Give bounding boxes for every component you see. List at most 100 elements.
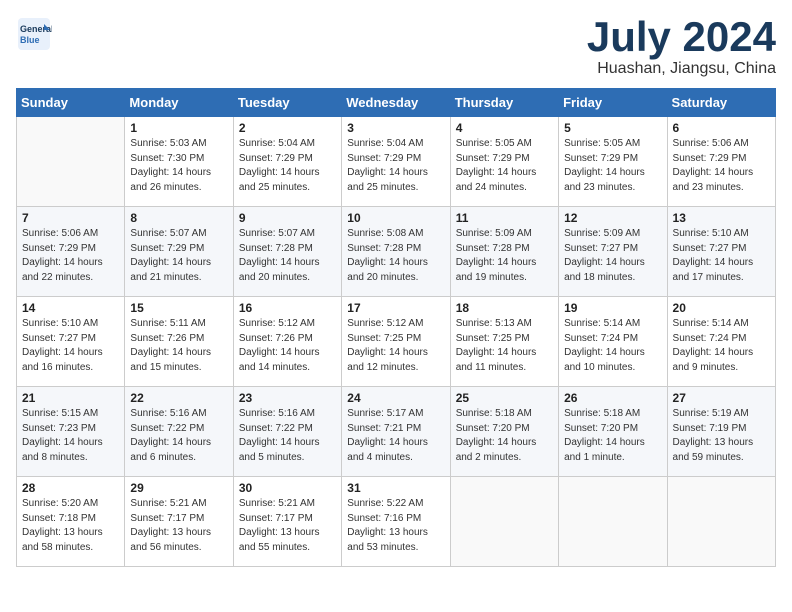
calendar-cell: 6Sunrise: 5:06 AM Sunset: 7:29 PM Daylig… [667, 117, 775, 207]
day-info: Sunrise: 5:11 AM Sunset: 7:26 PM Dayligh… [130, 317, 227, 375]
day-number: 4 [456, 121, 553, 135]
calendar-cell: 1 Sunrise: 5:03 AM Sunset: 7:30 PM Daylig… [125, 117, 233, 207]
calendar-cell: 19 Sunrise: 5:14 AM Sunset: 7:24 PM Dayli… [559, 297, 667, 387]
day-info: Sunrise: 5:09 AM Sunset: 7:27 PM Dayligh… [564, 227, 661, 285]
day-number: 15 [130, 301, 227, 315]
calendar-header-row: SundayMondayTuesdayWednesdayThursdayFrid… [17, 89, 776, 117]
calendar-week-1: 1 Sunrise: 5:03 AM Sunset: 7:30 PM Daylig… [17, 117, 776, 207]
day-info: Sunrise: 5:12 AM Sunset: 7:26 PM Dayligh… [239, 317, 336, 375]
day-number: 16 [239, 301, 336, 315]
calendar-cell: 11 Sunrise: 5:09 AM Sunset: 7:28 PM Dayli… [450, 207, 558, 297]
page-header: General Blue July 2024 Huashan, Jiangsu,… [16, 16, 776, 78]
day-number: 24 [347, 391, 444, 405]
calendar-cell: 10 Sunrise: 5:08 AM Sunset: 7:28 PM Dayli… [342, 207, 450, 297]
day-info: Sunrise: 5:21 AM Sunset: 7:17 PM Dayligh… [239, 497, 336, 555]
calendar-cell: 21 Sunrise: 5:15 AM Sunset: 7:23 PM Dayli… [17, 387, 125, 477]
day-number: 20 [673, 301, 770, 315]
calendar-cell: 7 Sunrise: 5:06 AM Sunset: 7:29 PM Daylig… [17, 207, 125, 297]
day-number: 1 [130, 121, 227, 135]
calendar-cell: 23 Sunrise: 5:16 AM Sunset: 7:22 PM Dayli… [233, 387, 341, 477]
day-info: Sunrise: 5:07 AM Sunset: 7:28 PM Dayligh… [239, 227, 336, 285]
day-number: 6 [673, 121, 770, 135]
header-sunday: Sunday [17, 89, 125, 117]
calendar-table: SundayMondayTuesdayWednesdayThursdayFrid… [16, 88, 776, 567]
day-info: Sunrise: 5:03 AM Sunset: 7:30 PM Dayligh… [130, 137, 227, 195]
calendar-cell [667, 477, 775, 567]
header-thursday: Thursday [450, 89, 558, 117]
day-info: Sunrise: 5:14 AM Sunset: 7:24 PM Dayligh… [564, 317, 661, 375]
day-info: Sunrise: 5:13 AM Sunset: 7:25 PM Dayligh… [456, 317, 553, 375]
day-info: Sunrise: 5:16 AM Sunset: 7:22 PM Dayligh… [239, 407, 336, 465]
day-info: Sunrise: 5:22 AM Sunset: 7:16 PM Dayligh… [347, 497, 444, 555]
calendar-cell: 12 Sunrise: 5:09 AM Sunset: 7:27 PM Dayli… [559, 207, 667, 297]
day-info: Sunrise: 5:16 AM Sunset: 7:22 PM Dayligh… [130, 407, 227, 465]
day-number: 17 [347, 301, 444, 315]
calendar-cell: 18 Sunrise: 5:13 AM Sunset: 7:25 PM Dayli… [450, 297, 558, 387]
calendar-cell [17, 117, 125, 207]
calendar-week-5: 28Sunrise: 5:20 AM Sunset: 7:18 PM Dayli… [17, 477, 776, 567]
day-info: Sunrise: 5:14 AM Sunset: 7:24 PM Dayligh… [673, 317, 770, 375]
day-number: 12 [564, 211, 661, 225]
calendar-cell: 14 Sunrise: 5:10 AM Sunset: 7:27 PM Dayli… [17, 297, 125, 387]
calendar-cell: 3 Sunrise: 5:04 AM Sunset: 7:29 PM Daylig… [342, 117, 450, 207]
calendar-cell [450, 477, 558, 567]
day-info: Sunrise: 5:21 AM Sunset: 7:17 PM Dayligh… [130, 497, 227, 555]
header-saturday: Saturday [667, 89, 775, 117]
calendar-cell: 27Sunrise: 5:19 AM Sunset: 7:19 PM Dayli… [667, 387, 775, 477]
header-monday: Monday [125, 89, 233, 117]
day-number: 25 [456, 391, 553, 405]
day-number: 9 [239, 211, 336, 225]
calendar-cell: 9 Sunrise: 5:07 AM Sunset: 7:28 PM Daylig… [233, 207, 341, 297]
calendar-cell: 5Sunrise: 5:05 AM Sunset: 7:29 PM Daylig… [559, 117, 667, 207]
day-info: Sunrise: 5:05 AM Sunset: 7:29 PM Dayligh… [456, 137, 553, 195]
calendar-cell: 8Sunrise: 5:07 AM Sunset: 7:29 PM Daylig… [125, 207, 233, 297]
title-block: July 2024 Huashan, Jiangsu, China [587, 16, 776, 78]
day-info: Sunrise: 5:10 AM Sunset: 7:27 PM Dayligh… [673, 227, 770, 285]
day-info: Sunrise: 5:06 AM Sunset: 7:29 PM Dayligh… [22, 227, 119, 285]
svg-text:Blue: Blue [20, 35, 40, 45]
calendar-cell: 31Sunrise: 5:22 AM Sunset: 7:16 PM Dayli… [342, 477, 450, 567]
day-number: 2 [239, 121, 336, 135]
calendar-cell: 13 Sunrise: 5:10 AM Sunset: 7:27 PM Dayli… [667, 207, 775, 297]
day-number: 10 [347, 211, 444, 225]
day-number: 13 [673, 211, 770, 225]
calendar-cell: 28Sunrise: 5:20 AM Sunset: 7:18 PM Dayli… [17, 477, 125, 567]
day-number: 14 [22, 301, 119, 315]
day-info: Sunrise: 5:04 AM Sunset: 7:29 PM Dayligh… [239, 137, 336, 195]
day-number: 23 [239, 391, 336, 405]
day-info: Sunrise: 5:17 AM Sunset: 7:21 PM Dayligh… [347, 407, 444, 465]
calendar-cell: 30 Sunrise: 5:21 AM Sunset: 7:17 PM Dayli… [233, 477, 341, 567]
calendar-cell: 17 Sunrise: 5:12 AM Sunset: 7:25 PM Dayli… [342, 297, 450, 387]
day-number: 3 [347, 121, 444, 135]
day-number: 5 [564, 121, 661, 135]
header-friday: Friday [559, 89, 667, 117]
day-info: Sunrise: 5:20 AM Sunset: 7:18 PM Dayligh… [22, 497, 119, 555]
day-info: Sunrise: 5:07 AM Sunset: 7:29 PM Dayligh… [130, 227, 227, 285]
day-number: 18 [456, 301, 553, 315]
day-number: 21 [22, 391, 119, 405]
day-info: Sunrise: 5:10 AM Sunset: 7:27 PM Dayligh… [22, 317, 119, 375]
day-info: Sunrise: 5:04 AM Sunset: 7:29 PM Dayligh… [347, 137, 444, 195]
day-number: 29 [130, 481, 227, 495]
calendar-cell: 29 Sunrise: 5:21 AM Sunset: 7:17 PM Dayli… [125, 477, 233, 567]
calendar-cell: 25 Sunrise: 5:18 AM Sunset: 7:20 PM Dayli… [450, 387, 558, 477]
calendar-week-3: 14 Sunrise: 5:10 AM Sunset: 7:27 PM Dayli… [17, 297, 776, 387]
month-title: July 2024 [587, 16, 776, 58]
day-number: 22 [130, 391, 227, 405]
day-info: Sunrise: 5:15 AM Sunset: 7:23 PM Dayligh… [22, 407, 119, 465]
day-number: 19 [564, 301, 661, 315]
location: Huashan, Jiangsu, China [587, 60, 776, 78]
day-info: Sunrise: 5:08 AM Sunset: 7:28 PM Dayligh… [347, 227, 444, 285]
day-number: 11 [456, 211, 553, 225]
calendar-cell: 4 Sunrise: 5:05 AM Sunset: 7:29 PM Daylig… [450, 117, 558, 207]
day-info: Sunrise: 5:18 AM Sunset: 7:20 PM Dayligh… [456, 407, 553, 465]
day-info: Sunrise: 5:18 AM Sunset: 7:20 PM Dayligh… [564, 407, 661, 465]
day-number: 7 [22, 211, 119, 225]
header-tuesday: Tuesday [233, 89, 341, 117]
calendar-cell: 22 Sunrise: 5:16 AM Sunset: 7:22 PM Dayli… [125, 387, 233, 477]
calendar-week-4: 21 Sunrise: 5:15 AM Sunset: 7:23 PM Dayli… [17, 387, 776, 477]
day-info: Sunrise: 5:12 AM Sunset: 7:25 PM Dayligh… [347, 317, 444, 375]
day-number: 26 [564, 391, 661, 405]
day-info: Sunrise: 5:09 AM Sunset: 7:28 PM Dayligh… [456, 227, 553, 285]
day-number: 30 [239, 481, 336, 495]
